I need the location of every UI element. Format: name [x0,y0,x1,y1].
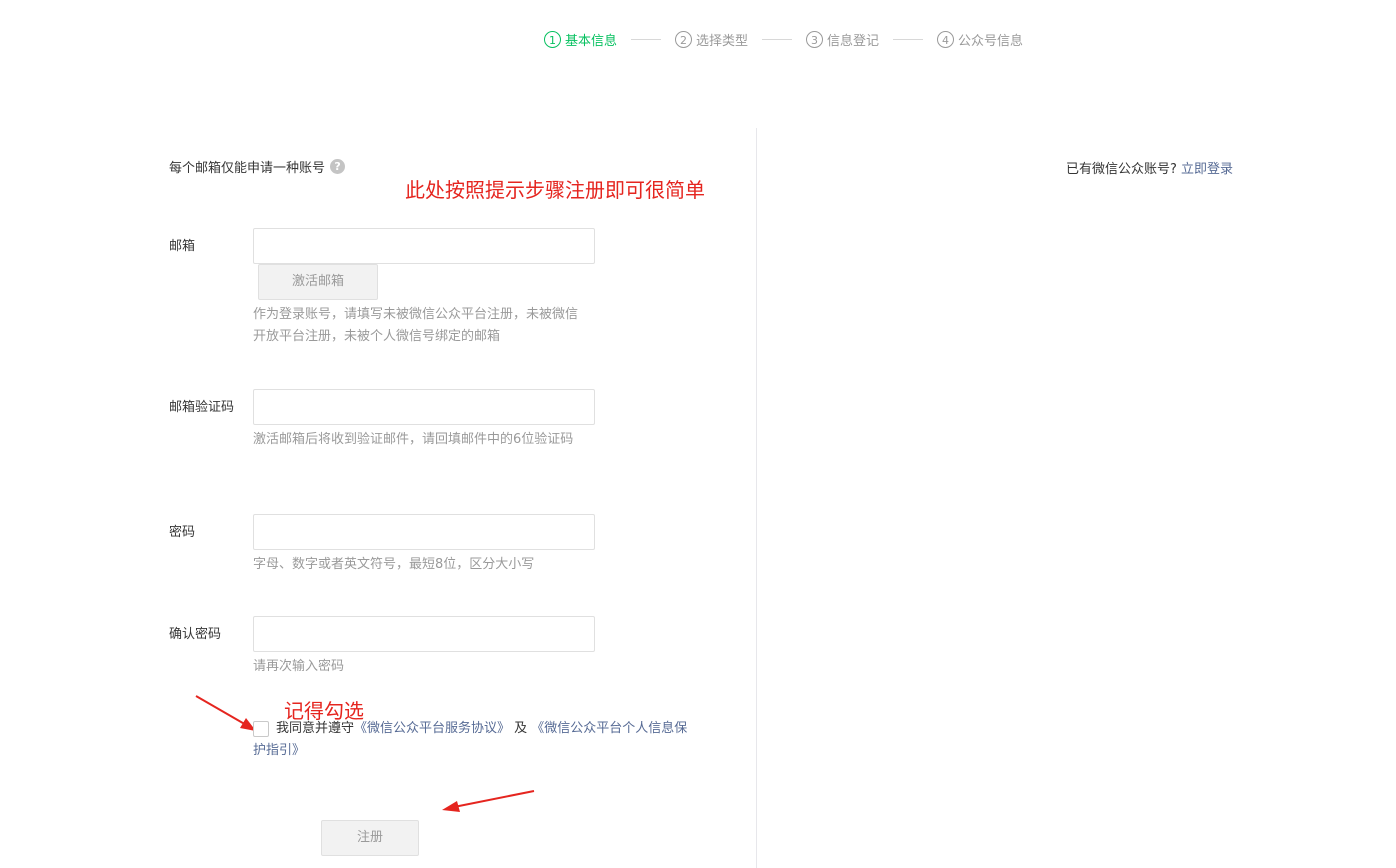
email-input[interactable] [253,228,595,264]
agree-prefix: 我同意并遵守 [276,721,355,736]
step-number: 2 [675,30,693,48]
step-number: 4 [937,30,955,48]
question-icon[interactable]: ? [330,159,346,174]
step-label: 基本信息 [565,33,618,49]
annotation-top: 此处按照提示步骤注册即可很简单 [405,178,705,202]
step-info-register: 3 信息登记 [806,30,879,49]
step-number: 1 [544,30,561,48]
step-connector [631,38,662,40]
notice-text: 每个邮箱仅能申请一种账号 [169,161,326,176]
step-account-info: 4 公众号信息 [937,30,1023,49]
email-tip: 作为登录账号，请填写未被微信公众平台注册，未被微信开放平台注册，未被个人微信号绑… [253,307,579,344]
code-tip: 激活邮箱后将收到验证邮件，请回填邮件中的6位验证码 [253,432,574,447]
confirm-label: 确认密码 [169,627,222,642]
step-connector [762,38,793,40]
register-button[interactable]: 注册 [321,820,419,856]
login-prompt-text: 已有微信公众账号? [1066,162,1177,177]
password-tip: 字母、数字或者英文符号，最短8位，区分大小写 [253,557,535,572]
agreement-text: 我同意并遵守《微信公众平台服务协议》 及 《微信公众平台个人信息保护指引》 [253,718,693,762]
step-select-type: 2 选择类型 [675,30,748,49]
email-notice: 每个邮箱仅能申请一种账号 ? [169,157,346,176]
login-link[interactable]: 立即登录 [1181,162,1233,177]
login-prompt: 已有微信公众账号? 立即登录 [1066,158,1233,177]
code-input[interactable] [253,389,595,425]
confirm-tip: 请再次输入密码 [253,659,345,674]
step-label: 公众号信息 [958,33,1024,49]
step-number: 3 [806,30,824,48]
email-label: 邮箱 [169,239,196,254]
arrow-to-register-icon [442,790,535,812]
progress-steps: 1 基本信息 2 选择类型 3 信息登记 4 公众号信息 [544,29,1023,49]
agree-and: 及 [510,721,532,736]
column-divider [756,128,757,868]
code-label: 邮箱验证码 [169,400,235,415]
password-label: 密码 [169,525,196,540]
confirm-password-input[interactable] [253,616,595,652]
step-connector [893,38,924,40]
step-label: 选择类型 [696,33,749,49]
service-agreement-link[interactable]: 《微信公众平台服务协议》 [354,721,510,736]
password-input[interactable] [253,514,595,550]
activate-email-button[interactable]: 激活邮箱 [258,264,378,300]
step-label: 信息登记 [827,33,880,49]
step-basic-info: 1 基本信息 [544,30,617,49]
